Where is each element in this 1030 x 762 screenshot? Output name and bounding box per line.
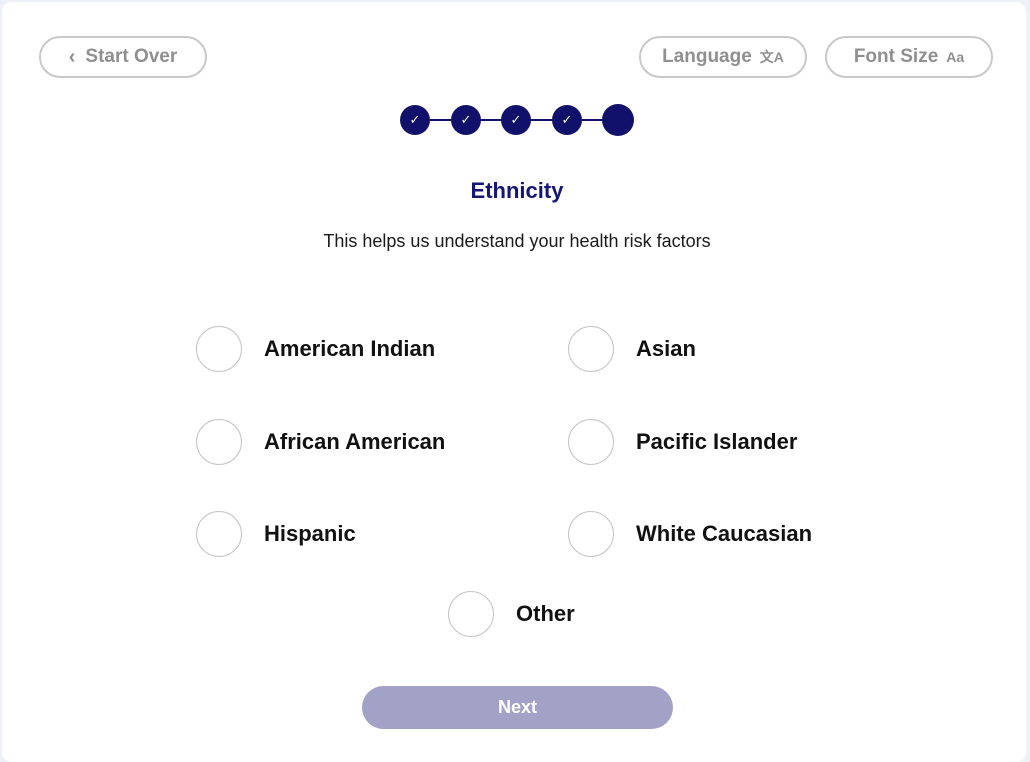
chevron-left-icon: ‹	[68, 45, 76, 68]
radio-button[interactable]	[568, 326, 614, 372]
step-2-check-icon: ✓	[451, 105, 481, 135]
survey-card: ‹ Start Over Language 文A Font Size Aa ✓ …	[2, 2, 1026, 762]
option-hispanic[interactable]: Hispanic	[196, 510, 356, 558]
option-label: American Indian	[264, 336, 436, 361]
question-title: Ethnicity	[470, 178, 564, 203]
step-3-check-icon: ✓	[501, 105, 531, 135]
step-4-check-icon: ✓	[552, 105, 582, 135]
start-over-button[interactable]: ‹ Start Over	[39, 36, 207, 78]
option-label: Other	[516, 601, 575, 626]
language-button[interactable]: Language 文A	[639, 36, 807, 78]
option-label: Pacific Islander	[636, 429, 798, 454]
radio-button[interactable]	[448, 591, 494, 637]
option-american-indian[interactable]: American Indian	[196, 325, 435, 373]
next-button[interactable]: Next	[362, 686, 673, 729]
step-5-current	[602, 104, 634, 136]
radio-button[interactable]	[196, 419, 242, 465]
start-over-label: Start Over	[85, 46, 178, 67]
font-size-label: Font Size	[853, 46, 939, 67]
radio-button[interactable]	[568, 511, 614, 557]
option-white-caucasian[interactable]: White Caucasian	[568, 510, 812, 558]
option-label: African American	[264, 429, 446, 454]
option-label: Hispanic	[264, 521, 356, 546]
font-size-button[interactable]: Font Size Aa	[825, 36, 993, 78]
step-1-check-icon: ✓	[400, 105, 430, 135]
question-subtitle: This helps us understand your health ris…	[323, 231, 711, 251]
option-label: White Caucasian	[636, 521, 813, 546]
progress-stepper: ✓ ✓ ✓ ✓	[400, 104, 636, 136]
option-african-american[interactable]: African American	[196, 418, 445, 466]
radio-button[interactable]	[196, 326, 242, 372]
radio-button[interactable]	[196, 511, 242, 557]
option-pacific-islander[interactable]: Pacific Islander	[568, 418, 797, 466]
language-label: Language	[662, 46, 752, 67]
option-label: Asian	[636, 336, 696, 361]
option-asian[interactable]: Asian	[568, 325, 696, 373]
font-size-icon: Aa	[946, 49, 965, 65]
radio-button[interactable]	[568, 419, 614, 465]
option-other[interactable]: Other	[448, 590, 575, 638]
translate-icon: 文A	[759, 49, 784, 65]
